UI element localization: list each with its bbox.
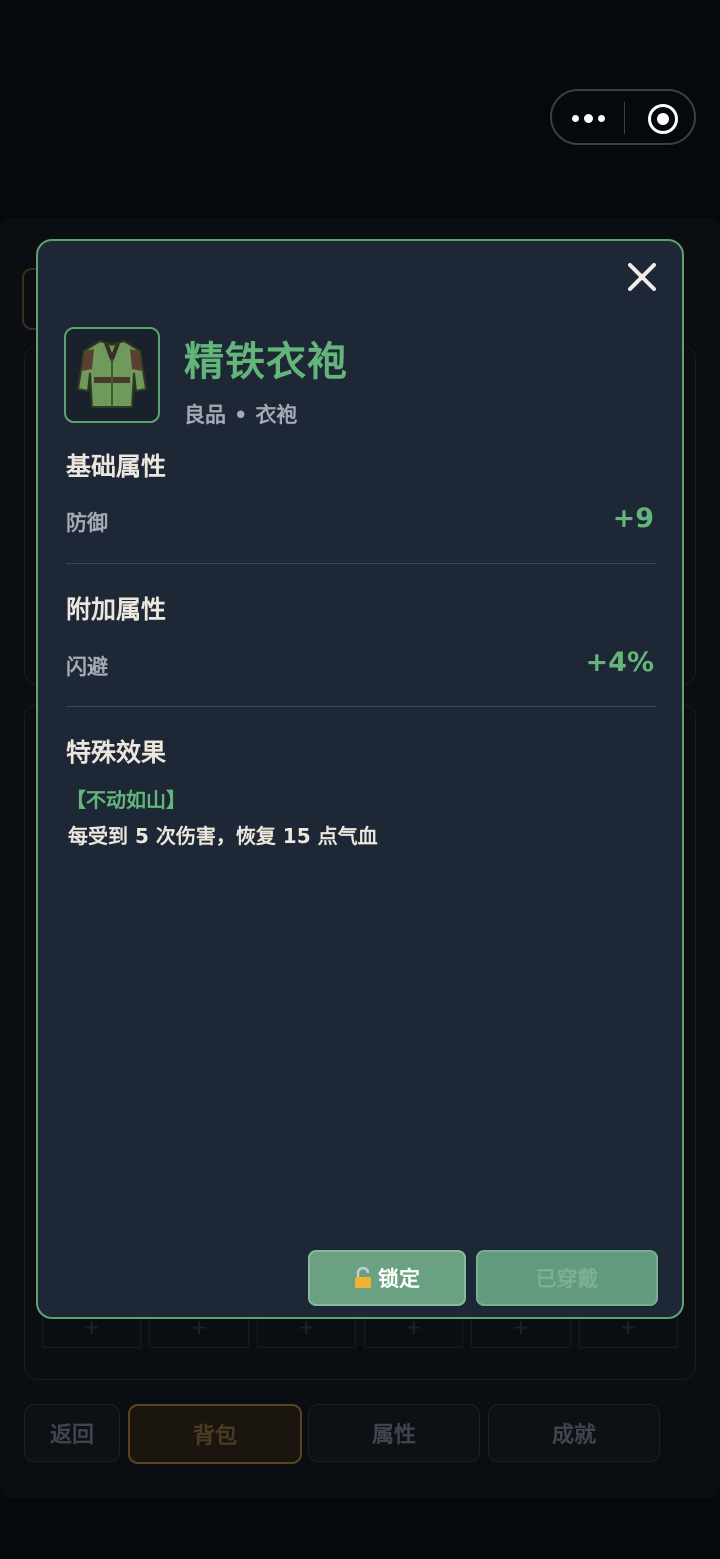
item-name: 精铁衣袍 [184, 339, 348, 385]
item-meta: 良品 • 衣袍 [184, 399, 297, 429]
stat-label-dodge: 闪避 [66, 655, 108, 679]
item-quality: 良品 [184, 403, 226, 427]
green-robe-image [76, 339, 148, 408]
close-icon[interactable] [624, 259, 660, 295]
bottom-nav: 返回 背包 属性 成就 [24, 1404, 664, 1464]
extra-stats-title: 附加属性 [66, 595, 167, 624]
stat-value-defense: +9 [612, 503, 654, 534]
nav-achievements-button[interactable]: 成就 [488, 1404, 660, 1462]
background-slots: + + + + + + [42, 1317, 678, 1348]
slot: + [256, 1317, 356, 1348]
nav-back-button[interactable]: 返回 [24, 1404, 120, 1462]
stat-label-defense: 防御 [66, 511, 108, 535]
lock-label: 锁定 [378, 1267, 420, 1291]
special-effect-name: 【不动如山】 [66, 788, 186, 812]
padlock-icon [354, 1266, 372, 1289]
slot: + [363, 1317, 464, 1348]
capsule-divider [624, 102, 625, 134]
divider [66, 706, 656, 707]
slot: + [578, 1317, 678, 1348]
equipped-button[interactable]: 已穿戴 [476, 1250, 658, 1306]
nav-bag-button[interactable]: 背包 [128, 1404, 302, 1464]
item-thumbnail [64, 327, 160, 423]
meta-separator: • [234, 403, 248, 427]
special-effect-description: 每受到 5 次伤害，恢复 15 点气血 [68, 824, 378, 848]
slot: + [42, 1317, 142, 1348]
nav-attributes-button[interactable]: 属性 [308, 1404, 480, 1462]
divider [66, 563, 656, 564]
lock-button[interactable]: 锁定 [308, 1250, 466, 1306]
target-circle-icon[interactable] [648, 104, 678, 134]
slot: + [471, 1317, 571, 1348]
item-type: 衣袍 [255, 403, 298, 427]
more-dots-icon[interactable] [570, 101, 606, 135]
base-stats-title: 基础属性 [66, 452, 167, 481]
slot: + [149, 1317, 249, 1348]
item-detail-modal: 精铁衣袍 良品 • 衣袍 基础属性 防御 +9 附加属性 闪避 +4% 特殊效果 【… [36, 239, 684, 1319]
special-effect-title: 特殊效果 [66, 738, 167, 767]
stat-value-dodge: +4% [585, 647, 654, 678]
miniprogram-capsule [550, 89, 696, 145]
